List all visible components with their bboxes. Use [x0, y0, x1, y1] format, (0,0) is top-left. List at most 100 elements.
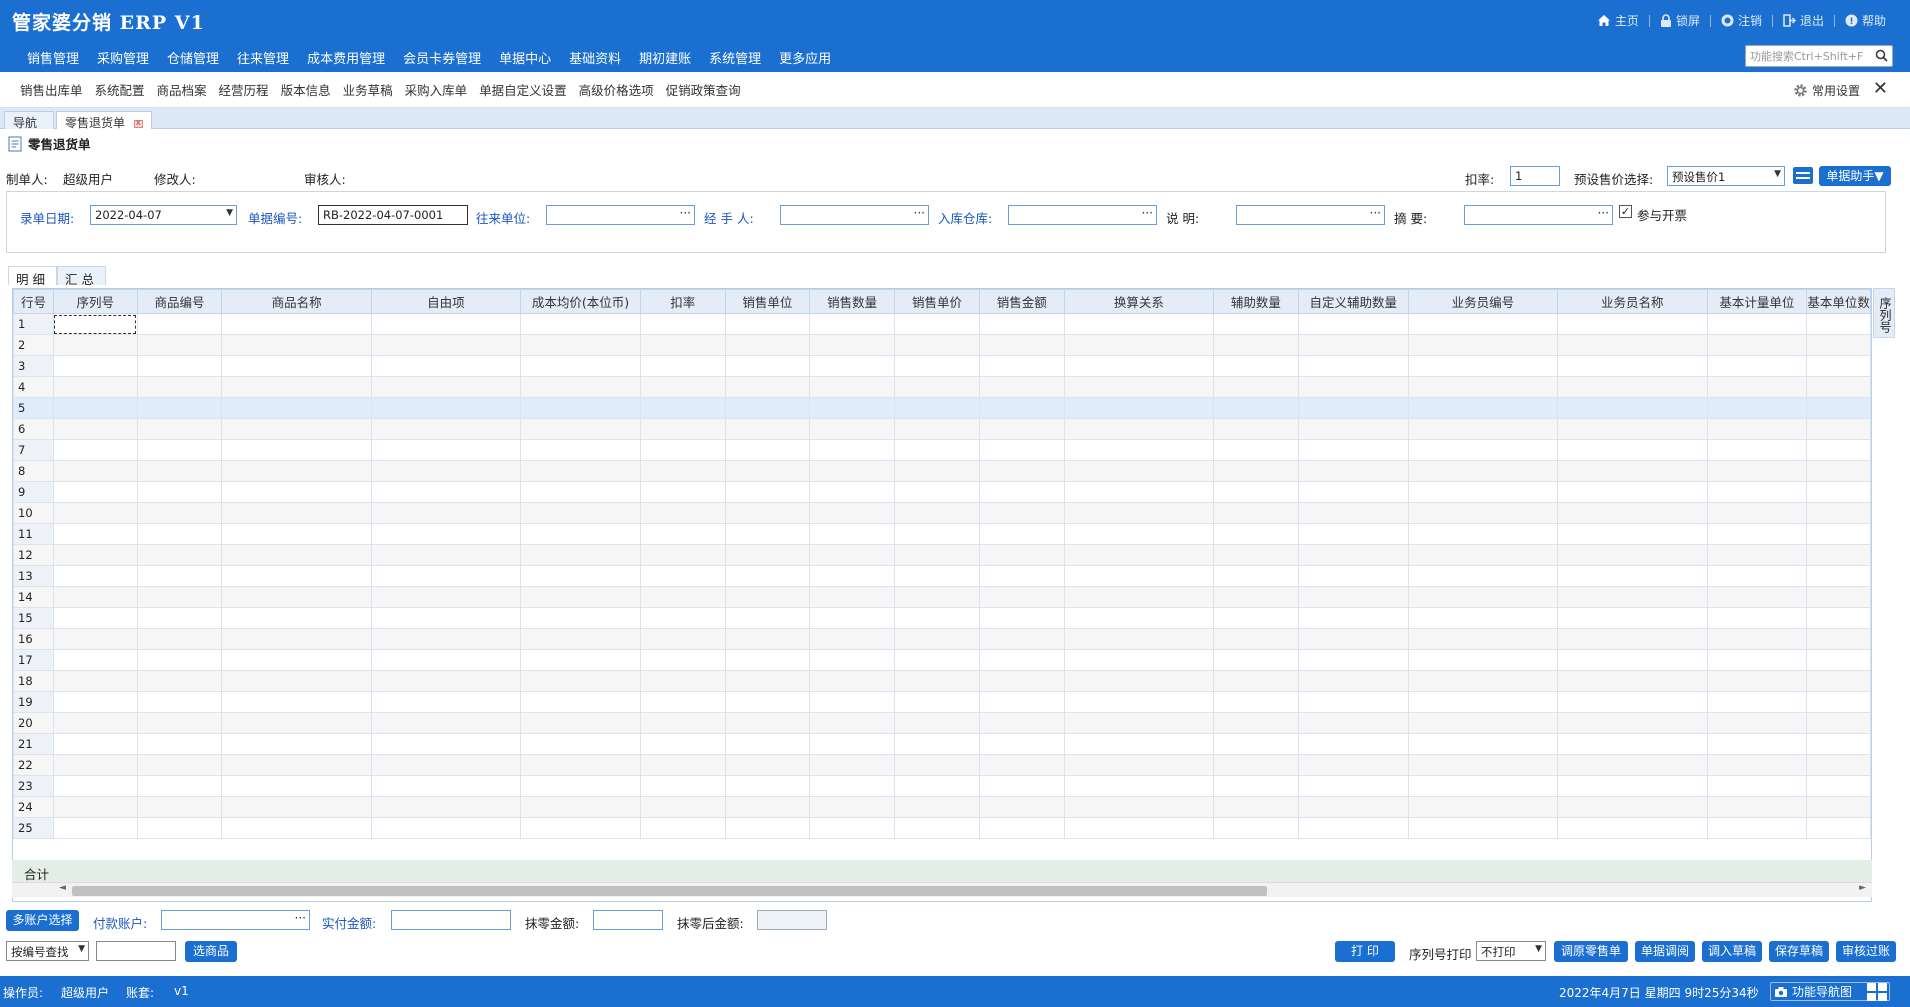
doc-lookup-button[interactable]: 单据调阅 — [1635, 941, 1695, 962]
column-header[interactable]: 扣率 — [639, 289, 726, 314]
grid-cell[interactable] — [978, 817, 1065, 839]
grid-cell[interactable] — [1297, 817, 1409, 839]
grid-cell[interactable] — [1063, 355, 1215, 377]
note-input[interactable]: ··· — [1236, 205, 1385, 225]
grid-cell[interactable] — [136, 481, 223, 503]
grid-cell[interactable] — [136, 544, 223, 566]
grid-cell[interactable] — [639, 712, 726, 734]
grid-cell[interactable] — [1297, 796, 1409, 818]
grid-cell[interactable] — [724, 439, 811, 461]
grid-cell[interactable] — [52, 628, 138, 650]
grid-cell[interactable] — [221, 565, 372, 587]
table-row[interactable]: 24 — [13, 796, 1871, 818]
grid-cell[interactable] — [1706, 334, 1808, 356]
quick-drafts[interactable]: 业务草稿 — [337, 80, 399, 99]
grid-cell[interactable] — [1407, 313, 1559, 335]
grid-cell[interactable] — [639, 649, 726, 671]
grid-cell[interactable] — [370, 355, 522, 377]
grid-cell[interactable] — [136, 817, 223, 839]
doc-helper-button[interactable]: 单据助手▼ — [1819, 166, 1891, 186]
grid-cell[interactable] — [809, 502, 896, 524]
grid-cell[interactable] — [520, 796, 641, 818]
ellipsis-icon[interactable]: ··· — [680, 206, 691, 220]
grid-cell[interactable] — [1213, 733, 1299, 755]
grid-cell[interactable] — [1407, 565, 1559, 587]
grid-cell[interactable] — [52, 649, 138, 671]
grid-cell[interactable] — [52, 502, 138, 524]
grid-cell[interactable] — [978, 796, 1065, 818]
grid-cell[interactable] — [1407, 376, 1559, 398]
grid-cell[interactable] — [520, 712, 641, 734]
grid-cell[interactable] — [1706, 544, 1808, 566]
table-row[interactable]: 21 — [13, 733, 1871, 755]
grid-cell[interactable] — [520, 523, 641, 545]
grid-cell[interactable] — [1806, 565, 1871, 587]
grid-cell[interactable] — [1063, 481, 1215, 503]
column-header[interactable]: 销售数量 — [809, 289, 896, 314]
quick-purchase-inbound[interactable]: 采购入库单 — [399, 80, 474, 99]
table-row[interactable]: 19 — [13, 691, 1871, 713]
grid-cell[interactable] — [809, 775, 896, 797]
grid-cell[interactable] — [1557, 481, 1708, 503]
grid-cell[interactable] — [1557, 670, 1708, 692]
grid-cell[interactable] — [136, 670, 223, 692]
grid-cell[interactable] — [1297, 775, 1409, 797]
grid-cell[interactable] — [809, 628, 896, 650]
grid-cell[interactable] — [1706, 397, 1808, 419]
quick-goods-archive[interactable]: 商品档案 — [151, 80, 213, 99]
ellipsis-icon[interactable]: ··· — [914, 206, 925, 220]
grid-cell[interactable] — [136, 733, 223, 755]
grid-cell[interactable] — [52, 376, 138, 398]
search-input[interactable]: 功能搜索Ctrl+Shift+F — [1745, 45, 1893, 67]
column-header[interactable]: 商品名称 — [221, 289, 372, 314]
grid-cell[interactable] — [1806, 628, 1871, 650]
grid-cell[interactable] — [1213, 775, 1299, 797]
grid-cell[interactable] — [639, 397, 726, 419]
grid-cell[interactable] — [136, 691, 223, 713]
rounding-input[interactable] — [593, 910, 663, 930]
grid-cell[interactable] — [1706, 775, 1808, 797]
table-row[interactable]: 16 — [13, 628, 1871, 650]
grid-cell[interactable] — [221, 817, 372, 839]
grid-cell[interactable] — [1557, 775, 1708, 797]
grid-cell[interactable] — [520, 418, 641, 440]
grid-cell[interactable] — [894, 313, 980, 335]
column-header[interactable]: 序列号 — [52, 289, 138, 314]
doc-number-input[interactable]: RB-2022-04-07-0001 — [318, 205, 468, 225]
grid-cell[interactable] — [1063, 313, 1215, 335]
grid-cell[interactable] — [894, 376, 980, 398]
grid-cell[interactable] — [370, 397, 522, 419]
grid-cell[interactable] — [1407, 670, 1559, 692]
grid-cell[interactable] — [1706, 628, 1808, 650]
paid-amount-input[interactable] — [391, 910, 511, 930]
preset-price-select[interactable]: 预设售价1 ▼ — [1667, 166, 1785, 186]
grid-cell[interactable] — [520, 754, 641, 776]
column-header[interactable]: 销售金额 — [978, 289, 1065, 314]
grid-cell[interactable] — [1297, 439, 1409, 461]
grid-cell[interactable] — [639, 460, 726, 482]
grid-cell[interactable] — [52, 439, 138, 461]
column-header[interactable]: 销售单价 — [894, 289, 980, 314]
grid-cell[interactable] — [370, 481, 522, 503]
grid-cell[interactable] — [894, 565, 980, 587]
grid-cell[interactable] — [809, 565, 896, 587]
grid-cell[interactable] — [221, 607, 372, 629]
grid-cell[interactable] — [520, 691, 641, 713]
grid-cell[interactable] — [370, 607, 522, 629]
table-row[interactable]: 3 — [13, 355, 1871, 377]
grid-cell[interactable] — [1557, 544, 1708, 566]
grid-cell[interactable] — [1557, 502, 1708, 524]
grid-cell[interactable] — [978, 754, 1065, 776]
grid-cell[interactable] — [1297, 376, 1409, 398]
grid-cell[interactable] — [370, 628, 522, 650]
quick-system-config[interactable]: 系统配置 — [89, 80, 151, 99]
grid-cell[interactable] — [1806, 523, 1871, 545]
grid-cell[interactable] — [1407, 523, 1559, 545]
grid-cell[interactable] — [639, 607, 726, 629]
column-header[interactable]: 销售单位 — [724, 289, 811, 314]
grid-cell[interactable] — [724, 733, 811, 755]
grid-cell[interactable] — [978, 586, 1065, 608]
grid-cell[interactable] — [52, 670, 138, 692]
grid-cell[interactable] — [1297, 670, 1409, 692]
grid-cell[interactable] — [1407, 628, 1559, 650]
